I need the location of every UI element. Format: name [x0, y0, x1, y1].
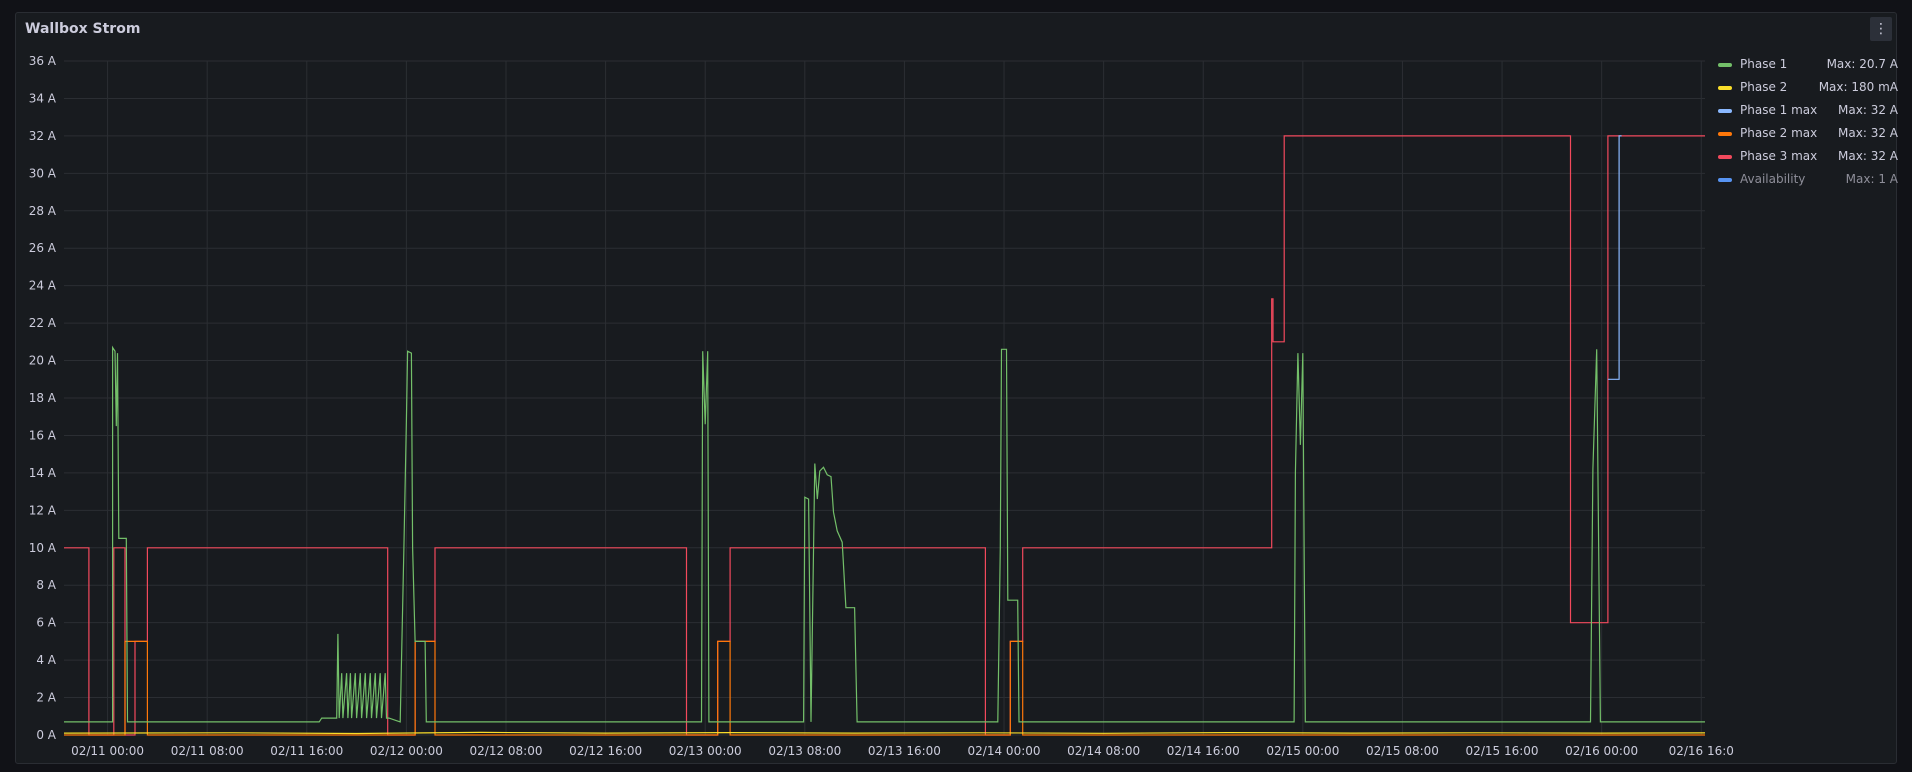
- x-tick-label: 02/14 08:00: [1067, 744, 1140, 758]
- y-tick-label: 18 A: [29, 391, 57, 405]
- x-tick-label: 02/12 16:00: [569, 744, 642, 758]
- legend-stat: Max: 20.7 A: [1826, 57, 1898, 71]
- x-tick-label: 02/16 00:00: [1565, 744, 1638, 758]
- legend-swatch: [1718, 178, 1732, 182]
- legend-label: Phase 2 max: [1740, 126, 1818, 140]
- legend-label: Phase 3 max: [1740, 149, 1818, 163]
- legend-item-phase-3-max[interactable]: Phase 3 max Max: 32 A: [1718, 148, 1898, 171]
- y-tick-label: 12 A: [29, 503, 57, 517]
- legend-label: Availability: [1740, 172, 1806, 186]
- series-line-phase-2-max: [64, 640, 1705, 736]
- y-tick-label: 32 A: [29, 129, 57, 143]
- legend-stat: Max: 1 A: [1845, 172, 1898, 186]
- x-tick-label: 02/14 16:00: [1167, 744, 1240, 758]
- legend-stat: Max: 180 mA: [1818, 80, 1898, 94]
- legend: Phase 1 Max: 20.7 A Phase 2 Max: 180 mA Phas…: [1718, 56, 1898, 194]
- y-tick-label: 36 A: [29, 54, 57, 68]
- y-tick-label: 28 A: [29, 204, 57, 218]
- legend-item-phase-1-max[interactable]: Phase 1 max Max: 32 A: [1718, 102, 1898, 125]
- legend-swatch: [1718, 109, 1732, 113]
- x-tick-label: 02/11 00:00: [71, 744, 144, 758]
- legend-label: Phase 1: [1740, 57, 1788, 71]
- legend-label: Phase 1 max: [1740, 103, 1818, 117]
- legend-stat: Max: 32 A: [1838, 126, 1898, 140]
- x-tick-label: 02/13 16:00: [868, 744, 941, 758]
- y-tick-label: 14 A: [29, 466, 57, 480]
- y-tick-label: 24 A: [29, 279, 57, 293]
- x-tick-label: 02/16 16:0: [1669, 744, 1734, 758]
- legend-swatch: [1718, 63, 1732, 67]
- chart-grid: [64, 60, 1705, 736]
- y-tick-label: 34 A: [29, 91, 57, 105]
- series-line-phase-1: [64, 345, 1705, 723]
- x-tick-label: 02/13 08:00: [768, 744, 841, 758]
- x-tick-label: 02/15 00:00: [1266, 744, 1339, 758]
- legend-item-availability[interactable]: Availability Max: 1 A: [1718, 171, 1898, 194]
- chart: 0 A 2 A 4 A 6 A 8 A 10 A 12 A 14 A 16 A 18 A 20 A 2…: [29, 54, 1734, 758]
- legend-label: Phase 2: [1740, 80, 1788, 94]
- x-tick-label: 02/15 16:00: [1466, 744, 1539, 758]
- legend-item-phase-2-max[interactable]: Phase 2 max Max: 32 A: [1718, 125, 1898, 148]
- legend-swatch: [1718, 155, 1732, 159]
- legend-stat: Max: 32 A: [1838, 149, 1898, 163]
- x-tick-label: 02/14 00:00: [968, 744, 1041, 758]
- x-tick-label: 02/12 08:00: [470, 744, 543, 758]
- legend-swatch: [1718, 86, 1732, 90]
- legend-stat: Max: 32 A: [1838, 103, 1898, 117]
- y-tick-label: 8 A: [36, 578, 56, 592]
- x-tick-label: 02/13 00:00: [669, 744, 742, 758]
- y-tick-label: 20 A: [29, 354, 57, 368]
- x-tick-label: 02/11 08:00: [171, 744, 244, 758]
- y-tick-label: 4 A: [36, 653, 56, 667]
- y-tick-label: 22 A: [29, 316, 57, 330]
- series-line-availability: [1607, 135, 1622, 380]
- y-tick-label: 26 A: [29, 241, 57, 255]
- x-tick-label: 02/12 00:00: [370, 744, 443, 758]
- legend-item-phase-1[interactable]: Phase 1 Max: 20.7 A: [1718, 56, 1898, 79]
- y-tick-label: 0 A: [36, 728, 56, 742]
- x-axis: 02/11 00:00 02/11 08:00 02/11 16:00 02/12 0…: [71, 744, 1734, 758]
- legend-swatch: [1718, 132, 1732, 136]
- y-tick-label: 16 A: [29, 428, 57, 442]
- y-tick-label: 30 A: [29, 166, 57, 180]
- y-tick-label: 6 A: [36, 616, 56, 630]
- legend-item-phase-2[interactable]: Phase 2 Max: 180 mA: [1718, 79, 1898, 102]
- x-tick-label: 02/15 08:00: [1366, 744, 1439, 758]
- x-tick-label: 02/11 16:00: [270, 744, 343, 758]
- series-line-phase-2: [63, 731, 1706, 735]
- y-tick-label: 2 A: [36, 691, 56, 705]
- y-axis: 0 A 2 A 4 A 6 A 8 A 10 A 12 A 14 A 16 A 18 A 20 A 2…: [29, 54, 57, 742]
- y-tick-label: 10 A: [29, 541, 57, 555]
